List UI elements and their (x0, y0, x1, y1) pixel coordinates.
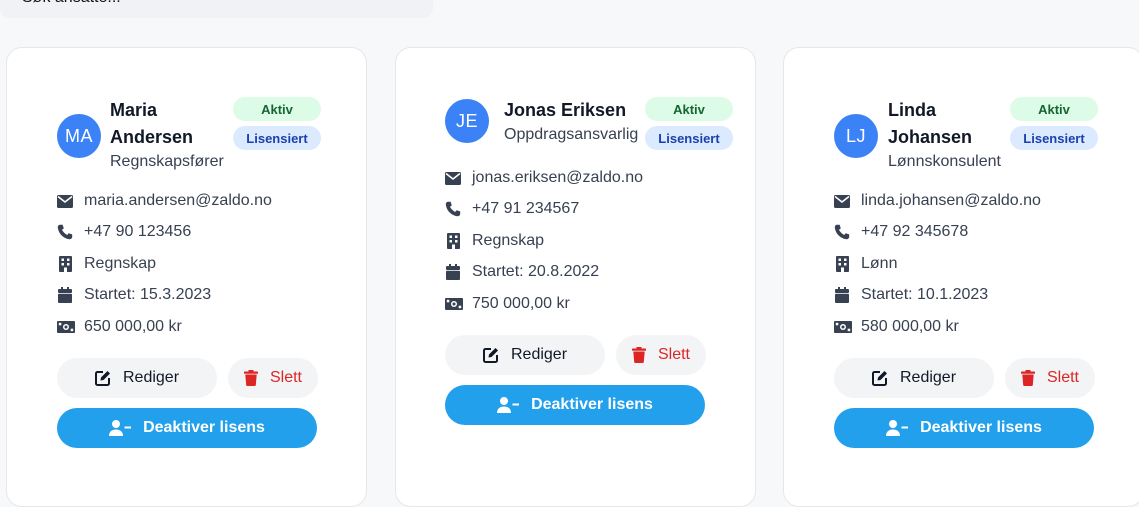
start-date-row: Startet: 15.3.2023 (57, 286, 211, 304)
money-bill-icon (834, 319, 852, 335)
edit-button[interactable]: Rediger (57, 358, 217, 398)
salary-text: 580 000,00 kr (861, 318, 959, 335)
start-date-text: Startet: 10.1.2023 (861, 286, 989, 303)
deactivate-label: Deaktiver lisens (920, 419, 1042, 436)
phone-text: +47 90 123456 (84, 223, 192, 240)
salary-row: 650 000,00 kr (57, 318, 182, 336)
start-date-text: Startet: 20.8.2022 (472, 263, 600, 280)
trash-icon (243, 370, 258, 386)
deactivate-license-button[interactable]: Deaktiver lisens (57, 408, 317, 448)
search-input[interactable] (20, 0, 413, 8)
edit-icon (94, 371, 110, 386)
department-row: Regnskap (57, 255, 156, 273)
employee-role: Oppdragsansvarlig (504, 126, 639, 143)
license-badge: Lisensiert (645, 126, 733, 150)
deactivate-license-button[interactable]: Deaktiver lisens (445, 385, 705, 425)
employee-card-maria-andersen: MA Maria Andersen Regnskapsfører Aktiv L… (6, 47, 367, 507)
employee-role: Regnskapsfører (110, 153, 224, 170)
start-date-text: Startet: 15.3.2023 (84, 286, 212, 303)
salary-text: 650 000,00 kr (84, 318, 182, 335)
start-date-row: Startet: 10.1.2023 (834, 286, 988, 304)
deactivate-label: Deaktiver lisens (531, 396, 653, 413)
status-badge: Aktiv (233, 97, 321, 121)
money-bill-icon (445, 296, 463, 312)
envelope-icon (57, 193, 73, 209)
phone-icon (834, 224, 850, 240)
building-icon (834, 256, 850, 272)
avatar: LJ (834, 114, 878, 158)
calendar-icon (57, 287, 73, 303)
department-text: Regnskap (472, 232, 545, 249)
deactivate-label: Deaktiver lisens (143, 419, 265, 436)
email-text: maria.andersen@zaldo.no (84, 192, 272, 209)
edit-label: Rediger (122, 369, 180, 386)
edit-label: Rediger (510, 346, 568, 363)
trash-icon (631, 347, 646, 363)
employee-name-line2: Johansen (888, 127, 973, 147)
department-text: Lønn (861, 255, 898, 272)
delete-label: Slett (269, 369, 302, 386)
employee-name-line1: Linda (888, 100, 936, 120)
delete-button[interactable]: Slett (228, 358, 318, 398)
phone-icon (57, 224, 73, 240)
user-minus-icon (109, 420, 132, 436)
search-bar[interactable] (0, 0, 433, 18)
phone-row: +47 91 234567 (445, 200, 579, 218)
building-icon (57, 256, 73, 272)
employee-name-line1: Jonas Eriksen (504, 100, 627, 120)
money-bill-icon (57, 319, 75, 335)
salary-row: 750 000,00 kr (445, 295, 570, 313)
phone-icon (445, 201, 461, 217)
email-text: linda.johansen@zaldo.no (861, 192, 1041, 209)
start-date-row: Startet: 20.8.2022 (445, 263, 599, 281)
employee-card-jonas-eriksen: JE Jonas Eriksen Oppdragsansvarlig Aktiv… (395, 47, 756, 507)
delete-label: Slett (657, 346, 690, 363)
envelope-icon (445, 170, 461, 186)
trash-icon (1020, 370, 1035, 386)
phone-text: +47 91 234567 (472, 200, 580, 217)
user-minus-icon (497, 397, 520, 413)
status-badge: Aktiv (1010, 97, 1098, 121)
department-text: Regnskap (84, 255, 157, 272)
license-badge: Lisensiert (233, 126, 321, 150)
delete-button[interactable]: Slett (616, 335, 706, 375)
email-row: jonas.eriksen@zaldo.no (445, 169, 643, 187)
delete-label: Slett (1046, 369, 1079, 386)
calendar-icon (445, 264, 461, 280)
email-row: maria.andersen@zaldo.no (57, 192, 272, 210)
employee-name-line2: Andersen (110, 127, 194, 147)
user-minus-icon (886, 420, 909, 436)
deactivate-license-button[interactable]: Deaktiver lisens (834, 408, 1094, 448)
calendar-icon (834, 287, 850, 303)
employee-card-linda-johansen: LJ Linda Johansen Lønnskonsulent Aktiv L… (783, 47, 1139, 507)
phone-text: +47 92 345678 (861, 223, 969, 240)
department-row: Lønn (834, 255, 897, 273)
department-row: Regnskap (445, 232, 544, 250)
email-text: jonas.eriksen@zaldo.no (472, 169, 644, 186)
avatar: JE (445, 99, 489, 143)
license-badge: Lisensiert (1010, 126, 1098, 150)
phone-row: +47 90 123456 (57, 223, 191, 241)
status-badge: Aktiv (645, 97, 733, 121)
delete-button[interactable]: Slett (1005, 358, 1095, 398)
salary-text: 750 000,00 kr (472, 295, 570, 312)
employee-name-line1: Maria (110, 100, 158, 120)
salary-row: 580 000,00 kr (834, 318, 959, 336)
edit-icon (871, 371, 887, 386)
edit-button[interactable]: Rediger (834, 358, 994, 398)
employee-role: Lønnskonsulent (888, 153, 1001, 170)
edit-label: Rediger (899, 369, 957, 386)
avatar: MA (57, 114, 101, 158)
edit-icon (482, 348, 498, 363)
envelope-icon (834, 193, 850, 209)
edit-button[interactable]: Rediger (445, 335, 605, 375)
building-icon (445, 233, 461, 249)
phone-row: +47 92 345678 (834, 223, 968, 241)
email-row: linda.johansen@zaldo.no (834, 192, 1041, 210)
